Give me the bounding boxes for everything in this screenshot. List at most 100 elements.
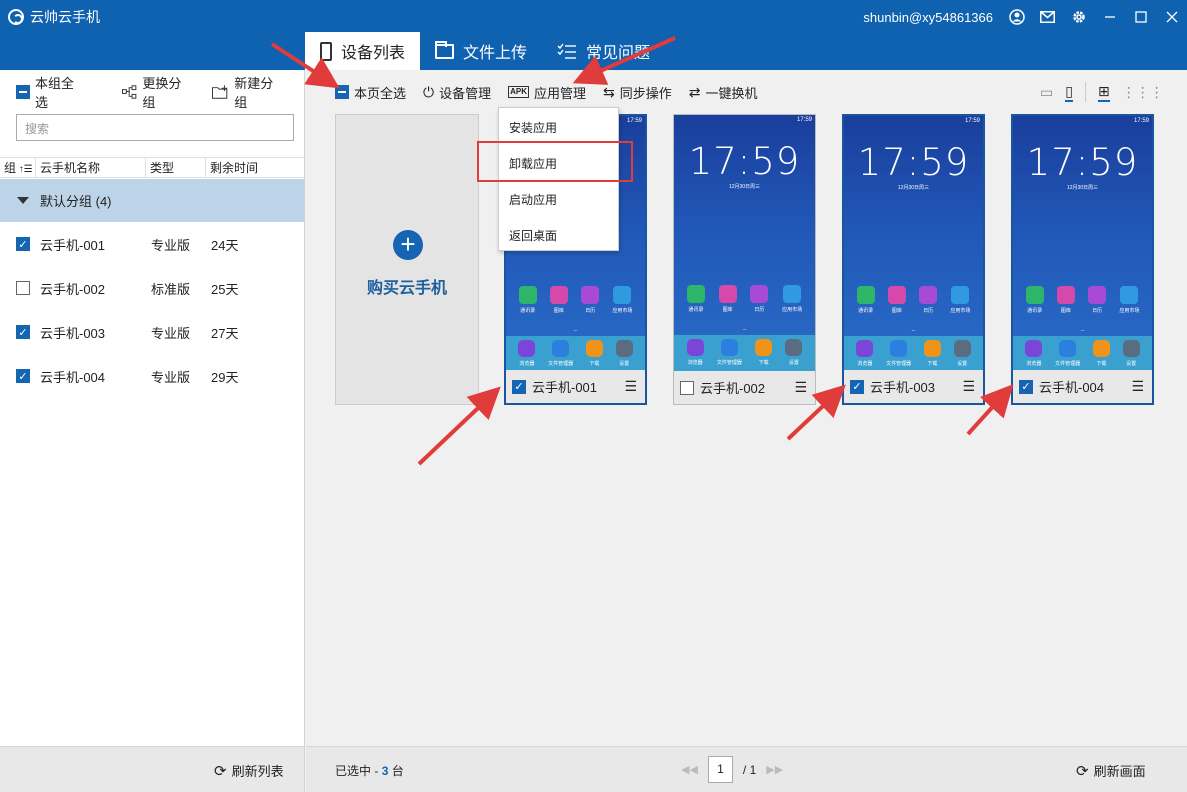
phone-checkbox[interactable] xyxy=(680,380,694,395)
gallery-app[interactable]: 图库 xyxy=(549,286,568,314)
portrait-view-icon[interactable]: ▯ xyxy=(1065,83,1073,102)
download-app[interactable]: 下载 xyxy=(1092,340,1110,372)
device-checkbox[interactable]: ✓ xyxy=(16,369,30,383)
contacts-app[interactable]: 通讯录 xyxy=(1025,286,1044,314)
gear-icon[interactable] xyxy=(1063,0,1094,34)
calendar-app[interactable]: 日历 xyxy=(919,286,938,314)
tab-faq[interactable]: 常见问题 xyxy=(542,32,665,70)
app-label: 日历 xyxy=(923,308,934,314)
gallery-app[interactable]: 图库 xyxy=(718,285,737,313)
phone-card[interactable]: 17:59 17:59 12月30日周三 通讯录 图库 日历 应用市场 – 浏览… xyxy=(1011,114,1154,405)
phone-card[interactable]: 17:59 17:59 12月30日周三 通讯录 图库 日历 应用市场 – 浏览… xyxy=(673,114,816,405)
browser-app[interactable]: 浏览器 xyxy=(686,339,704,371)
user-name[interactable]: shunbin@xy54861366 xyxy=(863,10,993,25)
browser-app[interactable]: 浏览器 xyxy=(518,340,536,372)
download-app[interactable]: 下载 xyxy=(923,340,941,372)
collapse-triangle-icon[interactable] xyxy=(17,197,29,204)
phone-card[interactable]: 17:59 17:59 12月30日周三 通讯录 图库 日历 应用市场 – 浏览… xyxy=(842,114,985,405)
phone-screen[interactable]: 17:59 17:59 12月30日周三 通讯录 图库 日历 应用市场 – 浏览… xyxy=(1013,116,1152,372)
refresh-list-button[interactable]: ⟳ 刷新列表 xyxy=(214,761,284,780)
mail-icon[interactable] xyxy=(1032,0,1063,34)
device-manage-button[interactable]: ⏻ 设备管理 xyxy=(423,83,491,102)
contacts-app[interactable]: 通讯录 xyxy=(686,285,705,313)
gallery-app[interactable]: 图库 xyxy=(1056,286,1075,314)
calendar-app[interactable]: 日历 xyxy=(1088,286,1107,314)
menu-icon[interactable]: ☰ xyxy=(624,378,637,395)
device-checkbox[interactable] xyxy=(16,281,30,295)
select-page-checkbox[interactable] xyxy=(335,85,349,99)
lock-date: 12月30日周三 xyxy=(1066,185,1099,191)
app-market-app[interactable]: 应用市场 xyxy=(1119,286,1139,314)
device-row[interactable]: ✓ 云手机-004 专业版 29天 xyxy=(0,354,304,398)
phone-dock: 浏览器 文件管理器 下载 设置 xyxy=(506,336,645,372)
page-input[interactable]: 1 xyxy=(707,756,733,783)
phone-checkbox[interactable]: ✓ xyxy=(512,379,526,394)
menu-icon[interactable]: ☰ xyxy=(962,378,975,395)
gallery-app[interactable]: 图库 xyxy=(887,286,906,314)
sync-ops-button[interactable]: ⇆ 同步操作 xyxy=(603,83,672,102)
search-input[interactable]: 搜索 xyxy=(16,114,294,141)
maximize-icon[interactable] xyxy=(1125,0,1156,34)
device-checkbox[interactable]: ✓ xyxy=(16,325,30,339)
change-group-button[interactable]: 更换分组 xyxy=(122,73,192,111)
one-click-switch-button[interactable]: ⇄ 一键换机 xyxy=(689,83,758,102)
file-manager-app[interactable]: 文件管理器 xyxy=(886,340,911,372)
device-row[interactable]: ✓ 云手机-001 专业版 24天 xyxy=(0,222,304,266)
device-group-panel: 本组全选 更换分组 新建分组 搜索 组 ↑☰ 云手机名称 类型 剩余时间 默认分… xyxy=(0,70,305,746)
device-row[interactable]: 云手机-002 标准版 25天 xyxy=(0,266,304,310)
contacts-app[interactable]: 通讯录 xyxy=(518,286,537,314)
small-grid-icon[interactable]: ⋮⋮⋮ xyxy=(1122,84,1164,101)
browser-app[interactable]: 浏览器 xyxy=(1025,340,1043,372)
browser-app[interactable]: 浏览器 xyxy=(856,340,874,372)
refresh-screen-button[interactable]: ⟳ 刷新画面 xyxy=(1076,761,1146,780)
settings-app[interactable]: 设置 xyxy=(615,340,633,372)
contacts-app[interactable]: 通讯录 xyxy=(856,286,875,314)
file-manager-app[interactable]: 文件管理器 xyxy=(548,340,573,372)
new-group-button[interactable]: 新建分组 xyxy=(212,73,284,111)
file-manager-app[interactable]: 文件管理器 xyxy=(717,339,742,371)
header-group-label: 组 xyxy=(4,161,17,175)
menu-item-install-app[interactable]: 安装应用 xyxy=(509,119,557,136)
menu-item-launch-app[interactable]: 启动应用 xyxy=(509,191,557,208)
group-row-default[interactable]: 默认分组 (4) xyxy=(0,179,304,222)
menu-icon[interactable]: ☰ xyxy=(1131,378,1144,395)
app-market-app[interactable]: 应用市场 xyxy=(950,286,970,314)
select-all-checkbox[interactable] xyxy=(16,85,30,99)
phone-checkbox[interactable]: ✓ xyxy=(850,379,864,394)
file-manager-app[interactable]: 文件管理器 xyxy=(1055,340,1080,372)
settings-app[interactable]: 设置 xyxy=(953,340,971,372)
device-row[interactable]: ✓ 云手机-003 专业版 27天 xyxy=(0,310,304,354)
header-group[interactable]: 组 ↑☰ xyxy=(0,158,36,177)
phone-app-row: 通讯录 图库 日历 应用市场 xyxy=(844,286,983,314)
minimize-icon[interactable] xyxy=(1094,0,1125,34)
header-name[interactable]: 云手机名称 xyxy=(36,158,146,177)
download-app[interactable]: 下载 xyxy=(585,340,603,372)
download-app[interactable]: 下载 xyxy=(755,339,773,371)
settings-app[interactable]: 设置 xyxy=(1122,340,1140,372)
settings-app[interactable]: 设置 xyxy=(785,339,803,371)
buy-phone-card[interactable]: + 购买云手机 xyxy=(335,114,479,405)
tab-device-list[interactable]: 设备列表 xyxy=(305,32,421,70)
select-all-group-button[interactable]: 本组全选 xyxy=(16,73,84,111)
calendar-app[interactable]: 日历 xyxy=(750,285,769,313)
phone-screen[interactable]: 17:59 17:59 12月30日周三 通讯录 图库 日历 应用市场 – 浏览… xyxy=(844,116,983,372)
next-page-icon[interactable]: ▶▶ xyxy=(766,763,783,776)
phone-checkbox[interactable]: ✓ xyxy=(1019,379,1033,394)
header-time[interactable]: 剩余时间 xyxy=(206,158,303,177)
app-market-app[interactable]: 应用市场 xyxy=(612,286,632,314)
menu-icon[interactable]: ☰ xyxy=(794,379,807,396)
large-grid-icon[interactable]: ⊞ xyxy=(1097,83,1110,102)
menu-item-return-home[interactable]: 返回桌面 xyxy=(509,227,557,244)
header-type[interactable]: 类型 xyxy=(146,158,206,177)
user-icon[interactable] xyxy=(1001,0,1032,34)
select-page-button[interactable]: 本页全选 xyxy=(335,83,406,102)
device-checkbox[interactable]: ✓ xyxy=(16,237,30,251)
tab-file-upload[interactable]: 文件上传 xyxy=(420,32,542,70)
prev-page-icon[interactable]: ◀◀ xyxy=(681,763,698,776)
app-manage-button[interactable]: APK 应用管理 xyxy=(508,83,586,102)
close-icon[interactable] xyxy=(1156,0,1187,34)
landscape-view-icon[interactable]: ▭ xyxy=(1040,84,1053,101)
app-market-app[interactable]: 应用市场 xyxy=(782,285,802,313)
calendar-app[interactable]: 日历 xyxy=(581,286,600,314)
phone-screen[interactable]: 17:59 17:59 12月30日周三 通讯录 图库 日历 应用市场 – 浏览… xyxy=(674,115,815,371)
